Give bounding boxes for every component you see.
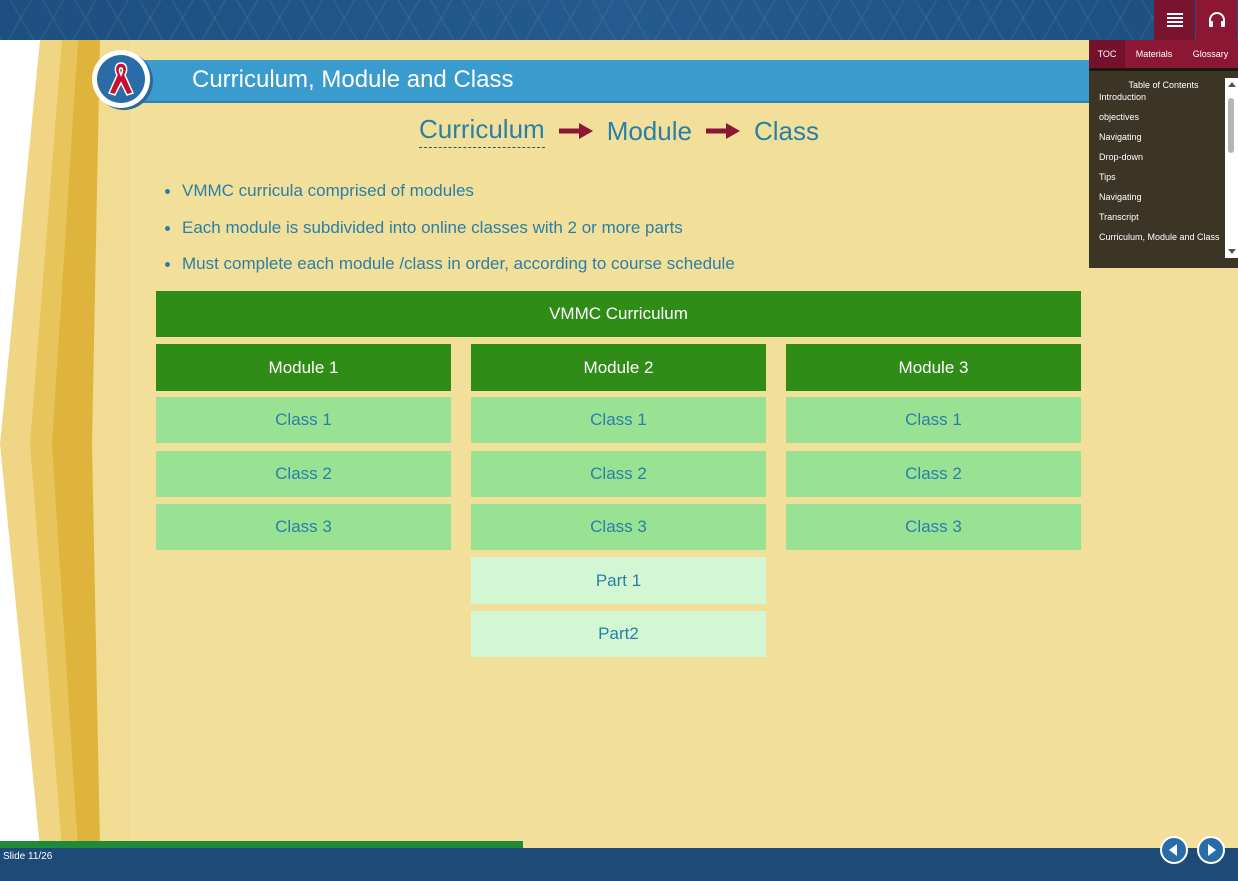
progress-fill [0,841,524,848]
bullet-list: VMMC curricula comprised of modules Each… [165,180,735,290]
slide-title: Curriculum, Module and Class [192,66,514,93]
module-label: Module [606,115,692,146]
class-box: Class 3 [156,504,451,550]
bullet-item: Must complete each module /class in orde… [165,253,735,290]
toc-item[interactable]: Tips [1099,171,1224,191]
toc-list: Introduction objectives Navigating Drop-… [1099,92,1224,251]
scroll-down-icon[interactable] [1228,249,1236,254]
bullet-item: VMMC curricula comprised of modules [165,180,735,217]
chevron-right-icon [1208,844,1216,856]
class-box: Class 2 [156,451,451,497]
logo [92,50,150,108]
tab-materials[interactable]: Materials [1125,40,1183,68]
class-box: Class 1 [471,397,766,443]
previous-slide-button[interactable] [1160,836,1188,864]
class-label: Class [753,115,819,146]
class-box: Class 2 [471,451,766,497]
class-box: Class 1 [786,397,1081,443]
toc-panel: TOC Materials Glossary Table of Contents… [1089,40,1238,268]
toc-item[interactable]: Drop-down [1099,151,1224,171]
hamburger-menu-icon [1166,13,1183,27]
part-box: Part2 [471,611,766,657]
top-bar [0,0,1238,40]
title-bar: Curriculum, Module and Class [120,60,1120,103]
class-box: Class 3 [786,504,1081,550]
progress-bar [0,841,1238,848]
toc-tab-bar: TOC Materials Glossary [1089,40,1238,68]
flow-heading: Curriculum Module Class [419,113,819,149]
slide-counter: Slide 11/26 [3,851,53,862]
class-box: Class 2 [786,451,1081,497]
module-box: Module 3 [786,344,1081,391]
class-box: Class 1 [156,397,451,443]
toc-item[interactable]: Curriculum, Module and Class [1099,231,1224,251]
class-box: Class 3 [471,504,766,550]
arrow-right-icon [705,123,740,139]
toc-item[interactable]: Transcript [1099,211,1224,231]
scroll-thumb[interactable] [1228,98,1234,153]
headphones-icon [1208,12,1225,27]
toc-scrollbar[interactable] [1225,78,1238,258]
tab-toc[interactable]: TOC [1089,40,1125,68]
toc-item[interactable]: Introduction [1099,91,1224,111]
tab-glossary[interactable]: Glossary [1183,40,1238,68]
menu-button[interactable] [1154,0,1195,40]
arrow-right-icon [558,123,593,139]
scroll-up-icon[interactable] [1228,82,1236,87]
module-box: Module 2 [471,344,766,391]
slide-stage: Curriculum, Module and Class Curriculum … [0,40,1238,848]
audio-button[interactable] [1196,0,1237,40]
toc-item[interactable]: objectives [1099,111,1224,131]
curriculum-box: VMMC Curriculum [156,291,1081,337]
curriculum-link[interactable]: Curriculum [419,114,545,148]
toc-item[interactable]: Navigating [1099,191,1224,211]
toc-item[interactable]: Navigating [1099,131,1224,151]
part-box: Part 1 [471,557,766,604]
awareness-ribbon-icon [107,62,135,96]
bullet-item: Each module is subdivided into online cl… [165,217,735,254]
bottom-bar: Slide 11/26 [0,848,1238,881]
module-box: Module 1 [156,344,451,391]
chevron-left-icon [1169,844,1177,856]
next-slide-button[interactable] [1197,836,1225,864]
